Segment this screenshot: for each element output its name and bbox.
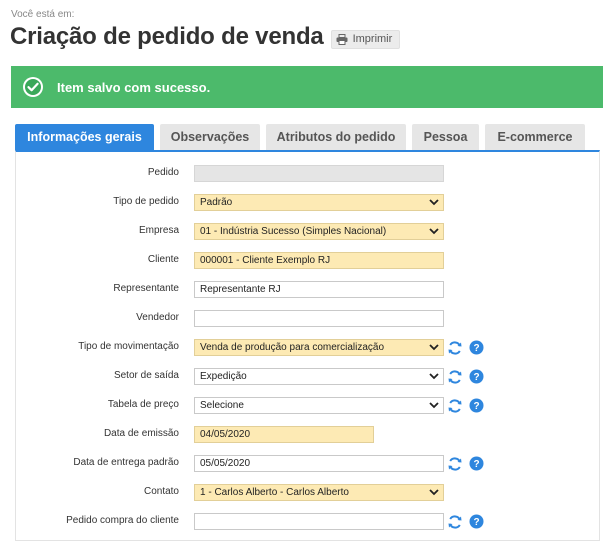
representante-input[interactable]: Representante RJ: [194, 281, 444, 298]
form-row-tipo-pedido: Tipo de pedido Padrão: [16, 194, 599, 212]
form-row-tabela-preco: Tabela de preço Selecione ?: [16, 397, 599, 415]
refresh-icon[interactable]: [447, 514, 463, 530]
tipo-movimentacao-value: Venda de produção para comercialização: [200, 342, 385, 353]
setor-saida-actions: ?: [447, 368, 490, 385]
setor-saida-label: Setor de saída: [113, 370, 179, 381]
chevron-down-icon: [429, 402, 439, 409]
tipo-pedido-select[interactable]: Padrão: [194, 194, 444, 211]
tabela-preco-label: Tabela de preço: [107, 399, 179, 410]
breadcrumb: Você está em:: [11, 9, 75, 20]
tab-bar: Informações gerais Observações Atributos…: [15, 124, 591, 150]
tab-e-commerce[interactable]: E-commerce: [485, 124, 585, 150]
pedido-compra-input[interactable]: [194, 513, 444, 530]
vendedor-input[interactable]: [194, 310, 444, 327]
help-icon[interactable]: ?: [469, 514, 484, 529]
form-row-representante: Representante Representante RJ: [16, 281, 599, 299]
empresa-label: Empresa: [138, 225, 179, 236]
page-title: Criação de pedido de venda: [10, 23, 324, 50]
refresh-icon[interactable]: [447, 369, 463, 385]
data-emissao-label: Data de emissão: [103, 428, 179, 439]
refresh-icon[interactable]: [447, 340, 463, 356]
help-icon[interactable]: ?: [469, 456, 484, 471]
cliente-input[interactable]: 000001 - Cliente Exemplo RJ: [194, 252, 444, 269]
chevron-down-icon: [429, 344, 439, 351]
pedido-field: [194, 165, 444, 182]
tab-observacoes[interactable]: Observações: [160, 124, 260, 150]
form-row-cliente: Cliente 000001 - Cliente Exemplo RJ: [16, 252, 599, 270]
contato-value: 1 - Carlos Alberto - Carlos Alberto: [200, 487, 349, 498]
check-circle-icon: [23, 77, 43, 97]
alert-message: Item salvo com sucesso.: [57, 79, 211, 95]
form-row-vendedor: Vendedor: [16, 310, 599, 328]
contato-select[interactable]: 1 - Carlos Alberto - Carlos Alberto: [194, 484, 444, 501]
data-entrega-input[interactable]: 05/05/2020: [194, 455, 444, 472]
form-row-data-entrega: Data de entrega padrão 05/05/2020 ?: [16, 455, 599, 473]
pedido-compra-label: Pedido compra do cliente: [66, 515, 179, 526]
title-row: Criação de pedido de venda Imprimir: [10, 22, 401, 52]
form-row-tipo-movimentacao: Tipo de movimentação Venda de produção p…: [16, 339, 599, 357]
chevron-down-icon: [429, 489, 439, 496]
setor-saida-value: Expedição: [200, 371, 247, 382]
svg-text:?: ?: [473, 343, 479, 354]
tipo-movimentacao-select[interactable]: Venda de produção para comercialização: [194, 339, 444, 356]
print-button-label: Imprimir: [352, 33, 393, 45]
chevron-down-icon: [429, 373, 439, 380]
refresh-icon[interactable]: [447, 456, 463, 472]
data-emissao-input[interactable]: 04/05/2020: [194, 426, 374, 443]
help-icon[interactable]: ?: [469, 340, 484, 355]
tab-pessoa[interactable]: Pessoa: [412, 124, 479, 150]
representante-label: Representante: [113, 283, 179, 294]
vendedor-label: Vendedor: [136, 312, 179, 323]
help-icon[interactable]: ?: [469, 369, 484, 384]
form-row-setor-saida: Setor de saída Expedição ?: [16, 368, 599, 386]
print-button[interactable]: Imprimir: [330, 29, 401, 49]
tipo-movimentacao-actions: ?: [447, 339, 490, 356]
cliente-label: Cliente: [147, 254, 179, 265]
help-icon[interactable]: ?: [469, 398, 484, 413]
svg-text:?: ?: [473, 401, 479, 412]
printer-icon: [336, 33, 348, 45]
tabela-preco-select[interactable]: Selecione: [194, 397, 444, 414]
tab-atributos-do-pedido[interactable]: Atributos do pedido: [266, 124, 406, 150]
contato-label: Contato: [143, 486, 179, 497]
pedido-label: Pedido: [147, 167, 179, 178]
tipo-pedido-label: Tipo de pedido: [113, 196, 179, 207]
chevron-down-icon: [429, 199, 439, 206]
tab-informacoes-gerais[interactable]: Informações gerais: [15, 124, 154, 150]
tabela-preco-actions: ?: [447, 397, 490, 414]
tabela-preco-value: Selecione: [200, 400, 244, 411]
empresa-select[interactable]: 01 - Indústria Sucesso (Simples Nacional…: [194, 223, 444, 240]
form-panel: Pedido Tipo de pedido Padrão Empresa 01 …: [15, 150, 600, 541]
form-row-contato: Contato 1 - Carlos Alberto - Carlos Albe…: [16, 484, 599, 502]
data-entrega-actions: ?: [447, 455, 490, 472]
success-alert: Item salvo com sucesso.: [11, 66, 603, 108]
form-row-data-emissao: Data de emissão 04/05/2020: [16, 426, 599, 444]
refresh-icon[interactable]: [447, 398, 463, 414]
tipo-movimentacao-label: Tipo de movimentação: [78, 341, 179, 352]
tipo-pedido-value: Padrão: [200, 197, 233, 208]
chevron-down-icon: [429, 228, 439, 235]
data-entrega-label: Data de entrega padrão: [73, 457, 179, 468]
form-row-empresa: Empresa 01 - Indústria Sucesso (Simples …: [16, 223, 599, 241]
svg-text:?: ?: [473, 372, 479, 383]
form-row-pedido-compra: Pedido compra do cliente ?: [16, 513, 599, 531]
setor-saida-select[interactable]: Expedição: [194, 368, 444, 385]
form-row-pedido: Pedido: [16, 165, 599, 183]
svg-text:?: ?: [473, 459, 479, 470]
svg-text:?: ?: [473, 517, 479, 528]
pedido-compra-actions: ?: [447, 513, 490, 530]
empresa-value: 01 - Indústria Sucesso (Simples Nacional…: [200, 226, 387, 237]
